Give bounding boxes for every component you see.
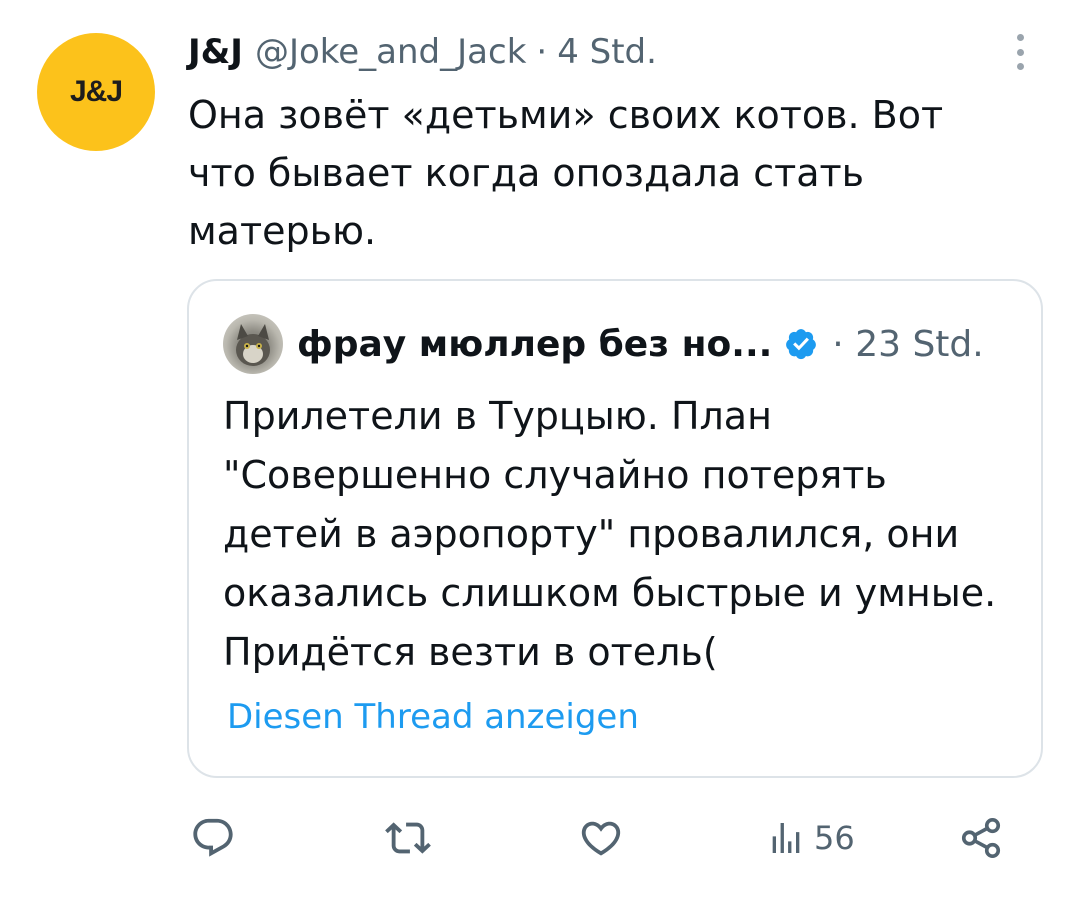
- tweet-actions-bar: 56: [0, 808, 1080, 868]
- like-button[interactable]: [578, 808, 624, 868]
- show-thread-link[interactable]: Diesen Thread anzeigen: [227, 697, 639, 737]
- quote-separator: ·: [832, 323, 844, 365]
- quote-header: фрау мюллер без но... · 23 Std.: [223, 313, 984, 375]
- quoted-tweet-card[interactable]: фрау мюллер без но... · 23 Std. Прилетел…: [187, 279, 1043, 778]
- author-handle[interactable]: @Joke_and_Jack: [255, 32, 526, 72]
- author-name[interactable]: J&J: [188, 32, 243, 72]
- author-avatar[interactable]: J&J: [37, 33, 155, 151]
- verified-badge-icon: [786, 329, 817, 360]
- quote-author-name[interactable]: фрау мюллер без но...: [297, 324, 772, 365]
- share-button[interactable]: [958, 808, 1004, 868]
- heart-icon: [581, 821, 621, 856]
- reply-icon: [193, 818, 233, 857]
- tweet-header: J&J @Joke_and_Jack · 4 Std.: [188, 30, 657, 74]
- quote-text: Прилетели в Турцыю. План "Совершенно слу…: [223, 394, 997, 674]
- quote-author-avatar[interactable]: [223, 314, 283, 374]
- avatar-logo-text: J&J: [69, 75, 123, 108]
- retweet-button[interactable]: [385, 808, 431, 868]
- views-button[interactable]: 56: [766, 808, 855, 868]
- view-count: 56: [814, 819, 855, 857]
- cat-photo-icon: [236, 324, 270, 366]
- quote-time-value: 23 Std.: [855, 323, 984, 365]
- reply-button[interactable]: [190, 808, 236, 868]
- views-chart-icon: [772, 823, 800, 853]
- header-separator: ·: [536, 32, 548, 72]
- quote-timestamp[interactable]: · 23 Std.: [832, 324, 983, 365]
- retweet-icon: [385, 822, 431, 854]
- more-options-icon[interactable]: [1006, 32, 1034, 72]
- tweet-timestamp[interactable]: 4 Std.: [557, 32, 657, 72]
- tweet-text: Она зовёт «детьми» своих котов. Вот что …: [188, 93, 944, 253]
- share-icon: [961, 817, 1001, 859]
